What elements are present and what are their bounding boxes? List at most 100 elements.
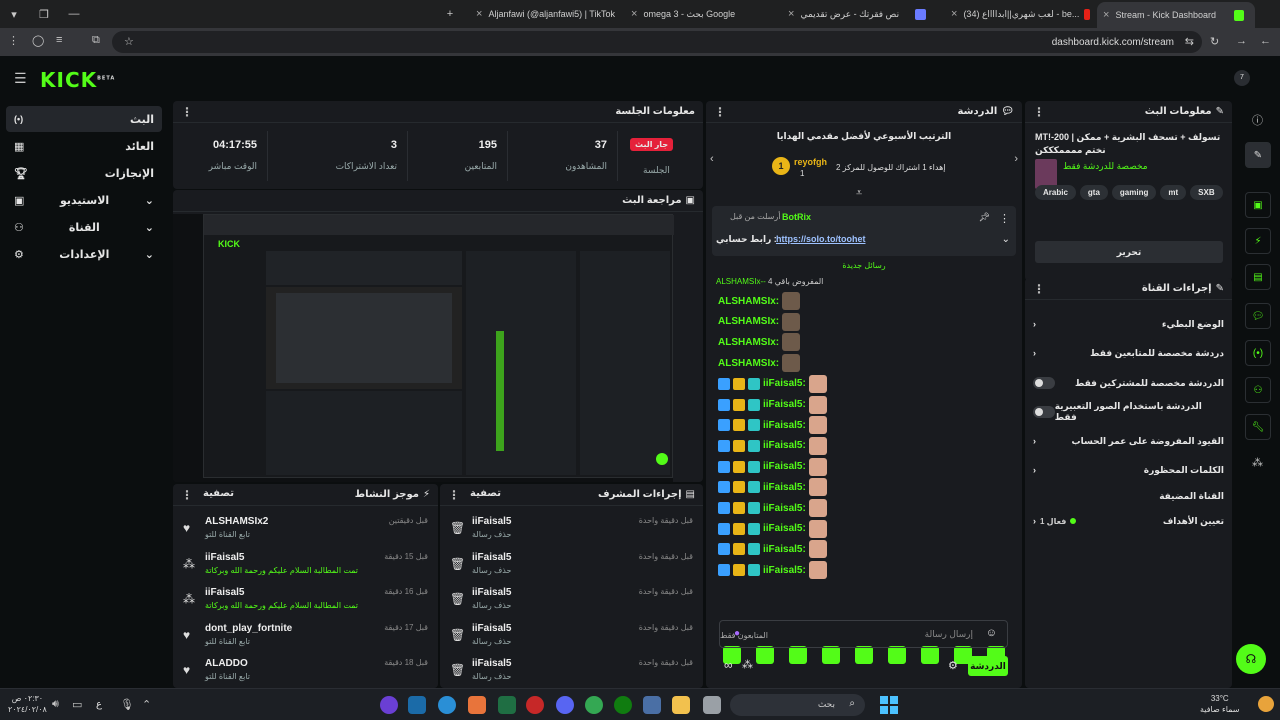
- top-gifter-name[interactable]: reyofgh: [794, 157, 827, 167]
- chevron-left-icon[interactable]: ‹: [710, 153, 714, 165]
- tab-tiktok[interactable]: × Aljanfawi (@aljanfawi5) | TikTok: [470, 4, 620, 24]
- chat-username[interactable]: iiFaisal5:: [763, 440, 806, 451]
- subscribers-only-toggle[interactable]: [1033, 377, 1055, 389]
- bolt-icon[interactable]: ⚡︎: [1245, 228, 1271, 254]
- chat-username[interactable]: ALSHAMSIx:: [718, 296, 779, 307]
- excel-icon[interactable]: [498, 696, 516, 714]
- pinned-link[interactable]: https://solo.to/toohet: [776, 234, 865, 244]
- reload-icon[interactable]: ↻: [1210, 35, 1219, 48]
- window-minimize-icon[interactable]: —: [66, 6, 82, 22]
- slow-mode-row[interactable]: › الوضع البطيء: [1033, 312, 1224, 336]
- nav-item-achievements[interactable]: 🏆︎ الإنجازات: [6, 160, 162, 186]
- chat-username[interactable]: iiFaisal5:: [763, 461, 806, 472]
- weather-widget[interactable]: 33°C سماء صافية: [1200, 693, 1240, 715]
- emote-icon[interactable]: [756, 646, 774, 664]
- emote-icon[interactable]: [855, 646, 873, 664]
- emote-icon[interactable]: [789, 646, 807, 664]
- folder-icon[interactable]: [672, 696, 690, 714]
- close-icon[interactable]: ×: [788, 8, 794, 20]
- tag[interactable]: mt: [1160, 185, 1187, 200]
- category-name[interactable]: مخصصة للدردشة فقط: [1063, 161, 1148, 172]
- more-icon[interactable]: ⋮: [181, 105, 193, 119]
- points-icon[interactable]: ⁂: [1252, 456, 1263, 469]
- more-icon[interactable]: ⋮: [999, 212, 1010, 225]
- close-icon[interactable]: ×: [476, 8, 482, 20]
- close-icon[interactable]: ×: [1103, 9, 1109, 21]
- mic-icon[interactable]: 🎙︎: [120, 698, 134, 711]
- support-chat-icon[interactable]: ☊: [1236, 644, 1266, 674]
- emote-icon[interactable]: [888, 646, 906, 664]
- infinity-icon[interactable]: ∞: [724, 658, 733, 672]
- chat-username[interactable]: iiFaisal5:: [763, 482, 806, 493]
- banned-words-row[interactable]: › الكلمات المحظورة: [1033, 458, 1224, 482]
- language-indicator[interactable]: ع: [96, 699, 102, 710]
- document-icon[interactable]: ▤: [1245, 264, 1271, 290]
- extensions-icon[interactable]: ⧉: [92, 34, 100, 47]
- emoji-icon[interactable]: ☺: [986, 627, 997, 639]
- more-icon[interactable]: ⋮: [448, 488, 460, 502]
- app-icon[interactable]: [468, 696, 486, 714]
- gear-icon[interactable]: ⚙: [948, 659, 958, 672]
- chat-input[interactable]: ● إرسال رسالة ☺: [719, 620, 1008, 648]
- filter-button[interactable]: تصفية: [470, 488, 501, 502]
- wrench-icon[interactable]: 🔧︎: [1245, 414, 1271, 440]
- more-icon[interactable]: ⋮: [714, 105, 726, 119]
- collapse-icon[interactable]: ⩡: [856, 187, 862, 200]
- chat-username[interactable]: iiFaisal5:: [763, 544, 806, 555]
- steam-icon[interactable]: [408, 696, 426, 714]
- app-icon[interactable]: [526, 696, 544, 714]
- emote-icon[interactable]: [921, 646, 939, 664]
- tab-presentation[interactable]: × نص فقرتك - عرض تقديمي: [782, 4, 937, 24]
- host-channel-row[interactable]: القناة المضيفة: [1033, 484, 1224, 508]
- tab-google[interactable]: × omega 3 - بحث Google: [625, 4, 775, 24]
- info-icon[interactable]: ⓘ: [1252, 112, 1263, 128]
- chrome-icon[interactable]: [585, 696, 603, 714]
- nav-item-settings[interactable]: ⚙ الإعدادات ⌄: [6, 241, 162, 267]
- chevron-right-icon[interactable]: ›: [1014, 153, 1018, 165]
- chat-username[interactable]: iiFaisal5:: [763, 523, 806, 534]
- kick-logo[interactable]: KICKBETA: [40, 68, 115, 92]
- more-icon[interactable]: ⋮: [181, 488, 193, 502]
- xbox-icon[interactable]: [614, 696, 632, 714]
- filter-button[interactable]: تصفية: [203, 488, 234, 502]
- camera-icon[interactable]: ▣: [1245, 192, 1271, 218]
- windows-start-icon[interactable]: [880, 696, 898, 714]
- chat-username[interactable]: iiFaisal5:: [763, 565, 806, 576]
- tag[interactable]: gta: [1079, 185, 1108, 200]
- more-icon[interactable]: ⋮: [1033, 105, 1045, 119]
- chat-username[interactable]: iiFaisal5:: [763, 503, 806, 514]
- clock[interactable]: ٠٢:٣٠ ص ٢٠٢٤/٠٢/٠٨: [8, 693, 47, 715]
- nav-item-channel[interactable]: ⚇ القناة ⌄: [6, 214, 162, 240]
- url-text[interactable]: dashboard.kick.com/stream: [1052, 37, 1174, 48]
- speaker-icon[interactable]: 🔊︎: [52, 698, 59, 711]
- profile-icon[interactable]: ◯: [32, 34, 44, 47]
- omnibox[interactable]: ☆ ⇆: [112, 31, 1202, 53]
- chat-username[interactable]: iiFaisal5:: [763, 420, 806, 431]
- window-restore-icon[interactable]: ❐: [36, 6, 52, 22]
- nav-item-revenue[interactable]: ▦ العائد: [6, 133, 162, 159]
- live-icon[interactable]: (•): [1245, 340, 1271, 366]
- chevron-down-icon[interactable]: ⌄: [1002, 234, 1010, 245]
- bookmark-star-icon[interactable]: ☆: [124, 35, 134, 48]
- nav-item-studio[interactable]: ▣ الاستيديو ⌄: [6, 187, 162, 213]
- chat-username[interactable]: iiFaisal5:: [763, 399, 806, 410]
- taskbar-search[interactable]: بحث ⌕: [730, 694, 865, 716]
- edit-button[interactable]: تحرير: [1035, 241, 1223, 263]
- tab-kick-dashboard[interactable]: × Stream - Kick Dashboard: [1097, 2, 1255, 28]
- set-goals-row[interactable]: › فعال 1 تعيين الأهداف: [1033, 509, 1224, 533]
- followers-only-row[interactable]: › دردشة مخصصة للمتابعين فقط: [1033, 341, 1224, 365]
- more-icon[interactable]: ⋮: [1033, 282, 1045, 296]
- store-icon[interactable]: [643, 696, 661, 714]
- app-icon[interactable]: [703, 696, 721, 714]
- mic-icon[interactable]: ●: [734, 628, 740, 639]
- forward-icon[interactable]: →: [1236, 35, 1247, 47]
- menu-dots-icon[interactable]: ⋮: [8, 34, 19, 47]
- tag[interactable]: gaming: [1111, 185, 1157, 200]
- tag[interactable]: Arabic: [1035, 185, 1076, 200]
- tab-search-icon[interactable]: ▾: [6, 6, 22, 22]
- chat-bubble-icon[interactable]: 💬︎: [1245, 303, 1271, 329]
- emote-icon[interactable]: [822, 646, 840, 664]
- chat-username[interactable]: iiFaisal5:: [763, 378, 806, 389]
- site-settings-icon[interactable]: ⇆: [1185, 35, 1194, 48]
- nav-item-stream[interactable]: (•) البث: [6, 106, 162, 132]
